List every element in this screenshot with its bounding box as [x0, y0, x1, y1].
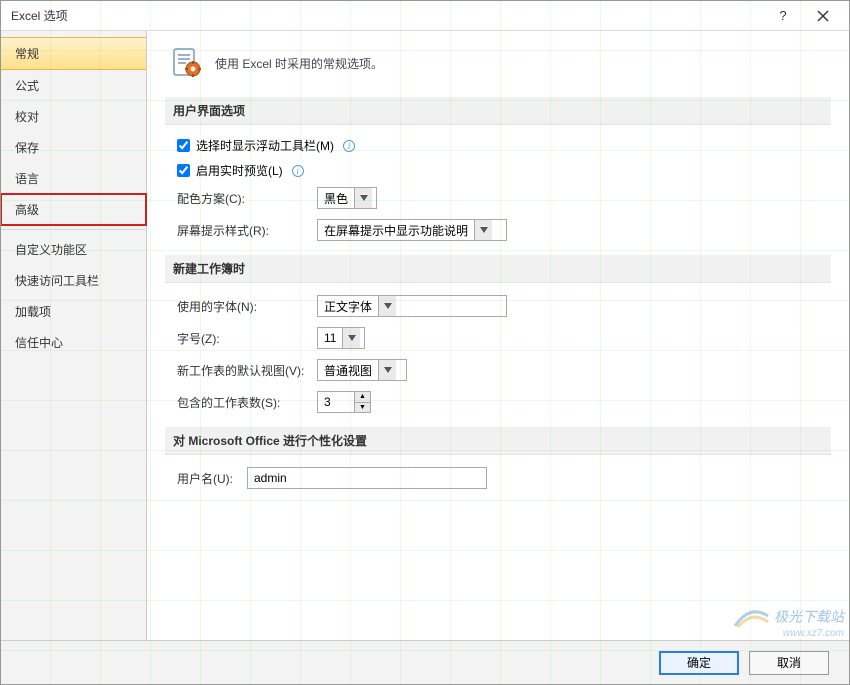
label-screentip: 屏幕提示样式(R): [177, 222, 317, 239]
label-font-size: 字号(Z): [177, 330, 317, 347]
row-live-preview: 启用实时预览(L) i [177, 162, 819, 179]
content-pane: 使用 Excel 时采用的常规选项。 用户界面选项 选择时显示浮动工具栏(M) … [147, 31, 849, 640]
info-icon[interactable]: i [292, 165, 304, 177]
cancel-button[interactable]: 取消 [749, 651, 829, 675]
input-username[interactable] [247, 467, 487, 489]
row-default-view: 新工作表的默认视图(V): 普通视图 [177, 359, 819, 381]
close-button[interactable] [803, 2, 843, 30]
checkbox-floating-toolbar[interactable] [177, 139, 190, 152]
select-default-view[interactable]: 普通视图 [317, 359, 407, 381]
label-font: 使用的字体(N): [177, 298, 317, 315]
row-username: 用户名(U): [177, 467, 819, 489]
row-floating-toolbar: 选择时显示浮动工具栏(M) i [177, 137, 819, 154]
section-personalize: 对 Microsoft Office 进行个性化设置 用户名(U): [165, 427, 831, 489]
label-username: 用户名(U): [177, 470, 247, 487]
row-font-size: 字号(Z): 11 [177, 327, 819, 349]
dialog-footer: 确定 取消 [1, 640, 849, 684]
section-header-ui: 用户界面选项 [165, 97, 831, 125]
select-font-size[interactable]: 11 [317, 327, 365, 349]
row-screentip-style: 屏幕提示样式(R): 在屏幕提示中显示功能说明 [177, 219, 819, 241]
label-floating-toolbar: 选择时显示浮动工具栏(M) [196, 137, 334, 154]
help-button[interactable]: ? [763, 2, 803, 30]
select-font[interactable]: 正文字体 [317, 295, 507, 317]
label-default-view: 新工作表的默认视图(V): [177, 362, 317, 379]
options-dialog: Excel 选项 ? 常规 公式 校对 保存 语言 高级 自定义功能区 快速访问… [0, 0, 850, 685]
chevron-down-icon [354, 188, 372, 208]
chevron-down-icon [378, 296, 396, 316]
section-header-newwb: 新建工作簿时 [165, 255, 831, 283]
intro-text: 使用 Excel 时采用的常规选项。 [215, 55, 383, 72]
ok-button[interactable]: 确定 [659, 651, 739, 675]
row-color-scheme: 配色方案(C): 黑色 [177, 187, 819, 209]
main-area: 常规 公式 校对 保存 语言 高级 自定义功能区 快速访问工具栏 加载项 信任中… [1, 31, 849, 640]
dialog-title: Excel 选项 [11, 7, 763, 24]
chevron-down-icon [378, 360, 396, 380]
section-ui-options: 用户界面选项 选择时显示浮动工具栏(M) i 启用实时预览(L) i 配色方案(… [165, 97, 831, 241]
sidebar-item-proofing[interactable]: 校对 [1, 101, 146, 132]
row-sheet-count: 包含的工作表数(S): 3 ▲ ▼ [177, 391, 819, 413]
select-screentip-style[interactable]: 在屏幕提示中显示功能说明 [317, 219, 507, 241]
sidebar-item-save[interactable]: 保存 [1, 132, 146, 163]
spinner-sheet-count[interactable]: 3 ▲ ▼ [317, 391, 371, 413]
spinner-up[interactable]: ▲ [355, 392, 370, 403]
label-color-scheme: 配色方案(C): [177, 190, 317, 207]
spinner-down[interactable]: ▼ [355, 403, 370, 413]
row-font: 使用的字体(N): 正文字体 [177, 295, 819, 317]
sidebar-separator [1, 229, 146, 230]
section-new-workbook: 新建工作簿时 使用的字体(N): 正文字体 字号(Z): [165, 255, 831, 413]
sidebar-item-addins[interactable]: 加载项 [1, 296, 146, 327]
sidebar-item-general[interactable]: 常规 [1, 37, 146, 70]
sidebar-item-formulas[interactable]: 公式 [1, 70, 146, 101]
sidebar-item-customize-ribbon[interactable]: 自定义功能区 [1, 234, 146, 265]
titlebar: Excel 选项 ? [1, 1, 849, 31]
sidebar-item-language[interactable]: 语言 [1, 163, 146, 194]
info-icon[interactable]: i [343, 140, 355, 152]
sidebar: 常规 公式 校对 保存 语言 高级 自定义功能区 快速访问工具栏 加载项 信任中… [1, 31, 147, 640]
label-sheet-count: 包含的工作表数(S): [177, 394, 317, 411]
section-header-personal: 对 Microsoft Office 进行个性化设置 [165, 427, 831, 455]
sidebar-item-advanced[interactable]: 高级 [1, 194, 146, 225]
sidebar-item-trust-center[interactable]: 信任中心 [1, 327, 146, 358]
select-color-scheme[interactable]: 黑色 [317, 187, 377, 209]
intro-row: 使用 Excel 时采用的常规选项。 [165, 47, 831, 79]
sidebar-item-qat[interactable]: 快速访问工具栏 [1, 265, 146, 296]
label-live-preview: 启用实时预览(L) [196, 162, 283, 179]
close-icon [817, 10, 829, 22]
chevron-down-icon [474, 220, 492, 240]
chevron-down-icon [342, 328, 360, 348]
checkbox-live-preview[interactable] [177, 164, 190, 177]
options-icon [171, 47, 203, 79]
